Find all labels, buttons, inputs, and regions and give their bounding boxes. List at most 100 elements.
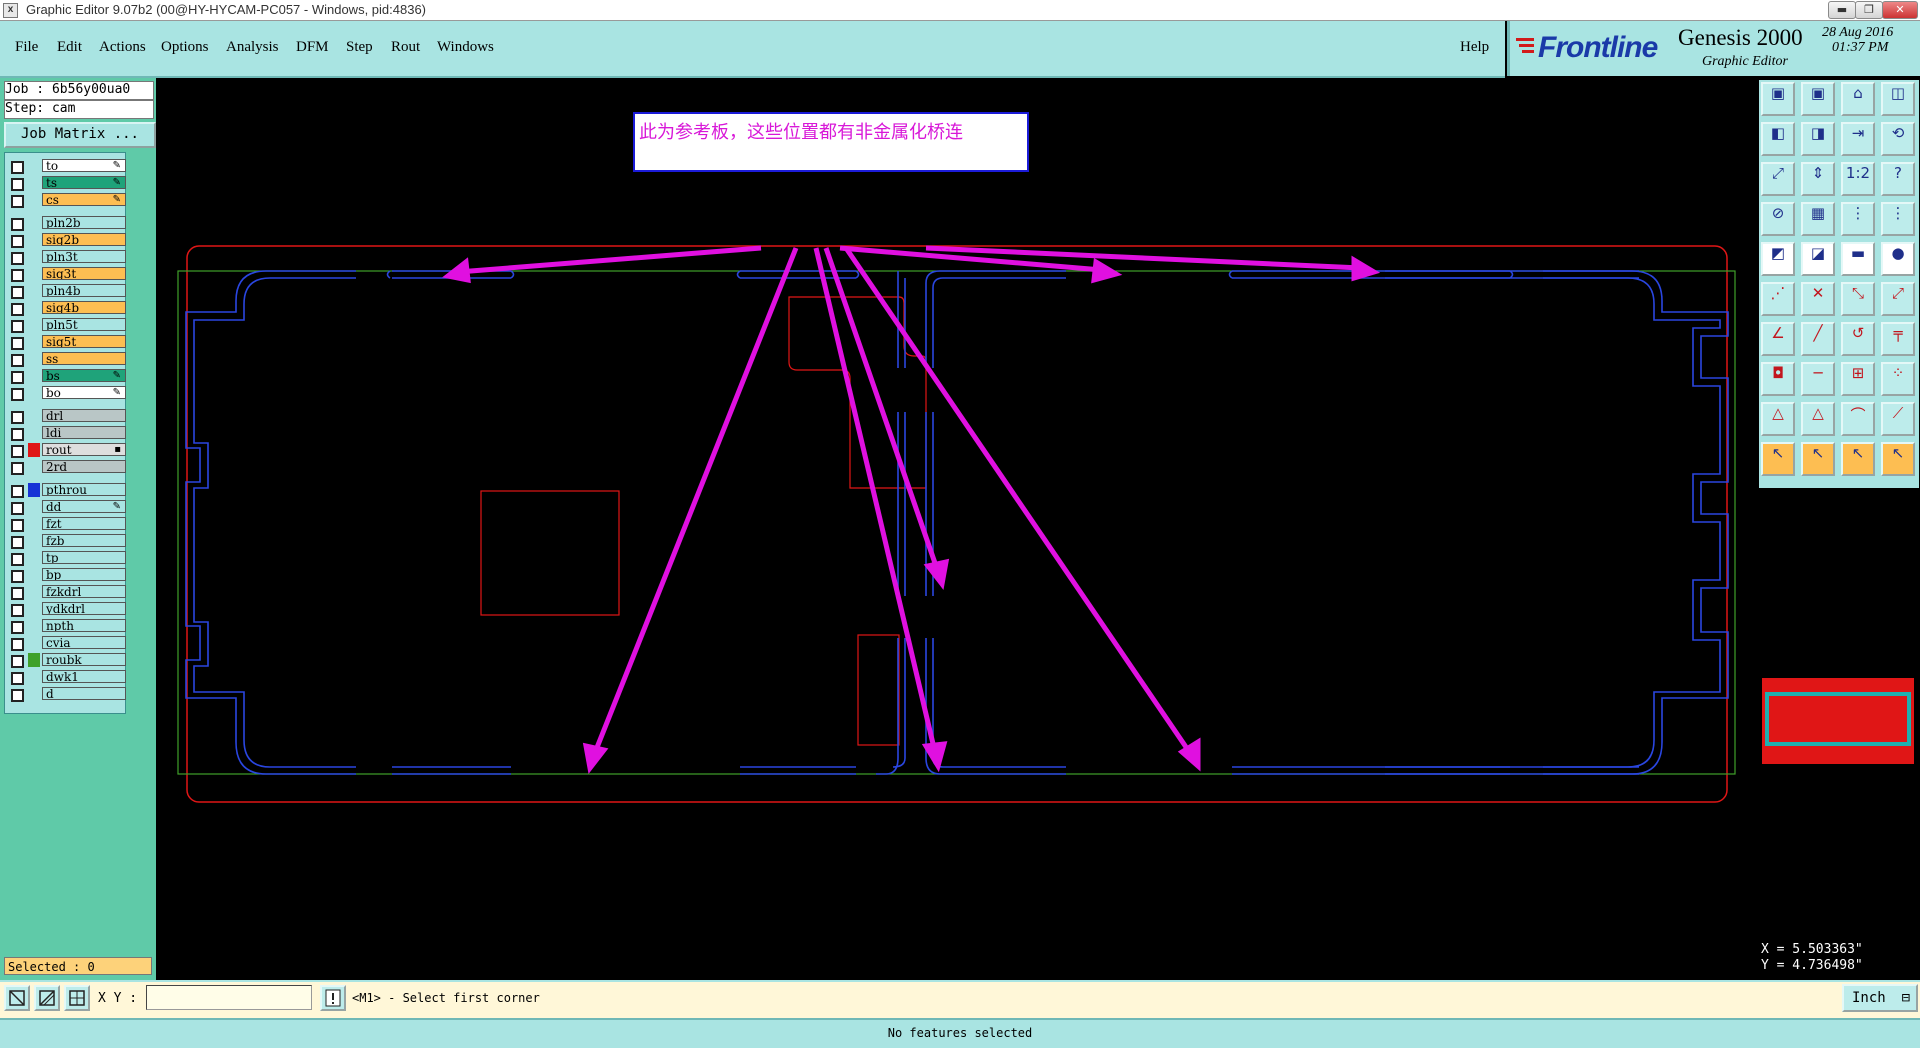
panel-left-icon[interactable]: ◧ bbox=[1761, 122, 1795, 156]
circle-icon[interactable]: ● bbox=[1881, 242, 1915, 276]
polygon-icon[interactable]: △ bbox=[1801, 402, 1835, 436]
clip-icon[interactable]: ⊘ bbox=[1761, 202, 1795, 236]
layer-row-sig5t[interactable]: sig5t bbox=[5, 335, 126, 350]
surface-add-icon[interactable]: ◪ bbox=[1801, 242, 1835, 276]
info-icon[interactable] bbox=[320, 985, 346, 1011]
layer-checkbox[interactable] bbox=[11, 178, 24, 191]
menu-windows[interactable]: Windows bbox=[437, 39, 494, 56]
units-button[interactable]: Inch ⊟ bbox=[1842, 984, 1918, 1012]
layer-name[interactable]: pthrou bbox=[42, 483, 126, 496]
square-pad-icon[interactable]: ◘ bbox=[1761, 362, 1795, 396]
layer-name[interactable]: roubk bbox=[42, 653, 126, 666]
layer-row-tp[interactable]: tp bbox=[5, 551, 126, 566]
layer-row-fzb[interactable]: fzb bbox=[5, 534, 126, 549]
layer-checkbox[interactable] bbox=[11, 445, 24, 458]
layer-name[interactable]: bo ✎ bbox=[42, 386, 126, 399]
help-icon[interactable]: ? bbox=[1881, 162, 1915, 196]
arrow-in-icon[interactable]: ⇥ bbox=[1841, 122, 1875, 156]
menu-edit[interactable]: Edit bbox=[57, 39, 82, 56]
layer-name[interactable]: fzkdrl bbox=[42, 585, 126, 598]
menu-step[interactable]: Step bbox=[346, 39, 373, 56]
line-edit-icon[interactable]: ─ bbox=[1801, 362, 1835, 396]
layer-name[interactable]: drl bbox=[42, 409, 126, 422]
layer-row-d[interactable]: d bbox=[5, 687, 126, 702]
layer-name[interactable]: sig5t bbox=[42, 335, 126, 348]
layer-name[interactable]: rout ▪ bbox=[42, 443, 126, 456]
layer-row-sig2b[interactable]: sig2b bbox=[5, 233, 126, 248]
pad-add-icon[interactable]: ◩ bbox=[1761, 242, 1795, 276]
layer-row-drl[interactable]: drl bbox=[5, 409, 126, 424]
menu-rout[interactable]: Rout bbox=[391, 39, 420, 56]
close-icon[interactable]: ✕ bbox=[1882, 1, 1918, 19]
layer-checkbox[interactable] bbox=[11, 485, 24, 498]
grid-icon[interactable]: ▦ bbox=[1801, 202, 1835, 236]
panel-up-icon[interactable]: ▣ bbox=[1761, 82, 1795, 116]
zoom-fit-icon[interactable]: ⤢ bbox=[1761, 162, 1795, 196]
window-split-icon[interactable]: ◫ bbox=[1881, 82, 1915, 116]
panel-right-icon[interactable]: ◨ bbox=[1801, 122, 1835, 156]
layer-row-pln4b[interactable]: pln4b bbox=[5, 284, 126, 299]
ramp-icon[interactable]: ⟋ bbox=[1881, 402, 1915, 436]
cluster-icon[interactable]: ⁘ bbox=[1881, 362, 1915, 396]
layer-color-swatch[interactable] bbox=[28, 653, 40, 667]
layer-checkbox[interactable] bbox=[11, 536, 24, 549]
multi-select-icon[interactable]: ↖ bbox=[1881, 442, 1915, 476]
layer-row-pthrou[interactable]: pthrou bbox=[5, 483, 126, 498]
layer-name[interactable]: pln4b bbox=[42, 284, 126, 297]
layer-row-to[interactable]: to ✎ bbox=[5, 159, 126, 174]
layer-name[interactable]: npth bbox=[42, 619, 126, 632]
job-matrix-button[interactable]: Job Matrix ... bbox=[4, 122, 156, 148]
layer-name[interactable]: dwk1 bbox=[42, 670, 126, 683]
menu-analysis[interactable]: Analysis bbox=[226, 39, 279, 56]
layer-checkbox[interactable] bbox=[11, 462, 24, 475]
layer-name[interactable]: fzb bbox=[42, 534, 126, 547]
layer-row-ss[interactable]: ss bbox=[5, 352, 126, 367]
layer-name[interactable]: cvia bbox=[42, 636, 126, 649]
layer-checkbox[interactable] bbox=[11, 587, 24, 600]
layer-name[interactable]: d bbox=[42, 687, 126, 700]
select-icon[interactable]: ↖ bbox=[1801, 442, 1835, 476]
layer-checkbox[interactable] bbox=[11, 411, 24, 424]
layer-row-ldi[interactable]: ldi bbox=[5, 426, 126, 441]
minimize-icon[interactable]: ▬ bbox=[1828, 1, 1856, 19]
layer-row-bp[interactable]: bp bbox=[5, 568, 126, 583]
layer-row-pln3t[interactable]: pln3t bbox=[5, 250, 126, 265]
zoom-corner-icon[interactable] bbox=[4, 985, 30, 1011]
layer-row-dd[interactable]: dd ✎ bbox=[5, 500, 126, 515]
arc-icon[interactable]: ↺ bbox=[1841, 322, 1875, 356]
layer-checkbox[interactable] bbox=[11, 570, 24, 583]
layer-row-ts[interactable]: ts ✎ bbox=[5, 176, 126, 191]
layer-checkbox[interactable] bbox=[11, 388, 24, 401]
layer-checkbox[interactable] bbox=[11, 320, 24, 333]
board-overview-thumbnail[interactable] bbox=[1762, 678, 1914, 764]
layer-color-swatch[interactable] bbox=[28, 443, 40, 457]
restore-icon[interactable]: ❐ bbox=[1855, 1, 1883, 19]
layer-checkbox[interactable] bbox=[11, 286, 24, 299]
layer-name[interactable]: cs ✎ bbox=[42, 193, 126, 206]
grid-select-icon[interactable] bbox=[64, 985, 90, 1011]
menu-actions[interactable]: Actions bbox=[99, 39, 146, 56]
layer-row-sig4b[interactable]: sig4b bbox=[5, 301, 126, 316]
home-icon[interactable]: ⌂ bbox=[1841, 82, 1875, 116]
layer-name[interactable]: sig4b bbox=[42, 301, 126, 314]
layer-checkbox[interactable] bbox=[11, 354, 24, 367]
redraw-icon[interactable]: ⟲ bbox=[1881, 122, 1915, 156]
line-angle-icon[interactable]: ∠ bbox=[1761, 322, 1795, 356]
layer-name[interactable]: sig3t bbox=[42, 267, 126, 280]
layer-row-2rd[interactable]: 2rd bbox=[5, 460, 126, 475]
cross-node-icon[interactable]: ✕ bbox=[1801, 282, 1835, 316]
layer-checkbox[interactable] bbox=[11, 672, 24, 685]
layer-name[interactable]: sig2b bbox=[42, 233, 126, 246]
triangle-icon[interactable]: △ bbox=[1761, 402, 1795, 436]
layer-name[interactable]: ts ✎ bbox=[42, 176, 126, 189]
layer-checkbox[interactable] bbox=[11, 638, 24, 651]
layer-checkbox[interactable] bbox=[11, 269, 24, 282]
pointer-icon[interactable]: ↖ bbox=[1761, 442, 1795, 476]
layer-name[interactable]: 2rd bbox=[42, 460, 126, 473]
layer-checkbox[interactable] bbox=[11, 303, 24, 316]
layer-checkbox[interactable] bbox=[11, 195, 24, 208]
layer-checkbox[interactable] bbox=[11, 218, 24, 231]
layer-name[interactable]: bs ✎ bbox=[42, 369, 126, 382]
menu-help[interactable]: Help bbox=[1460, 39, 1489, 56]
select-edit-icon[interactable]: ↖ bbox=[1841, 442, 1875, 476]
